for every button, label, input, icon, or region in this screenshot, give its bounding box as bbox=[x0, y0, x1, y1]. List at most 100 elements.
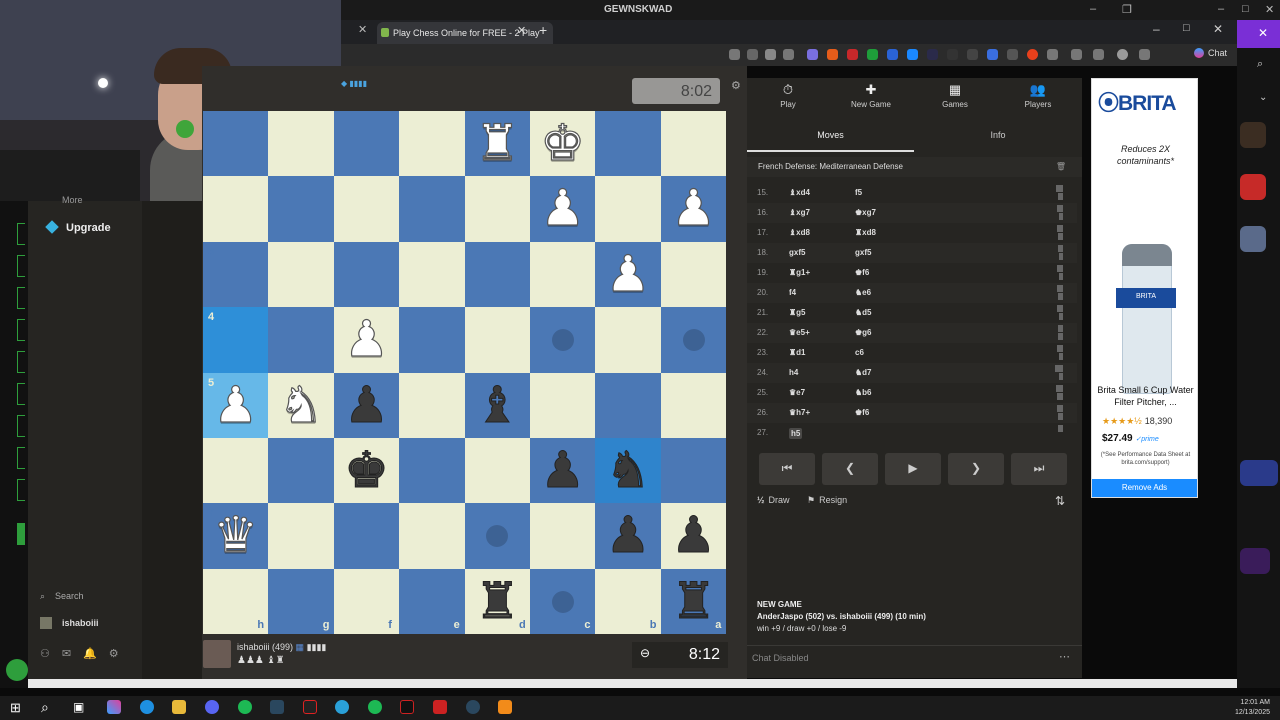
favorite-star-icon[interactable] bbox=[765, 49, 776, 60]
board-square[interactable] bbox=[595, 307, 661, 373]
black-pawn-piece[interactable]: ♟ bbox=[530, 438, 595, 503]
white-move[interactable]: f4 bbox=[789, 288, 796, 297]
black-pawn-piece[interactable]: ♟ bbox=[661, 503, 726, 568]
close-tab-icon[interactable]: ✕ bbox=[517, 24, 526, 37]
board-square[interactable] bbox=[464, 176, 530, 242]
board-square[interactable] bbox=[464, 438, 530, 504]
black-king-piece[interactable]: ♚ bbox=[334, 438, 399, 503]
app-shortcut-icon[interactable] bbox=[1240, 226, 1266, 252]
board-square[interactable] bbox=[464, 241, 530, 308]
board-square[interactable] bbox=[268, 176, 334, 242]
black-knight-piece[interactable]: ♞ bbox=[595, 438, 660, 503]
new-tab-icon[interactable]: + bbox=[539, 22, 547, 38]
trash-icon[interactable]: 🗑 bbox=[1056, 162, 1066, 171]
board-square[interactable] bbox=[464, 307, 530, 373]
white-pawn-piece[interactable]: ♟ bbox=[661, 176, 726, 241]
board-square[interactable] bbox=[333, 503, 400, 569]
vlc-icon[interactable] bbox=[498, 700, 512, 714]
extension-icon[interactable] bbox=[967, 49, 978, 60]
maximize-icon[interactable]: □ bbox=[1183, 22, 1190, 34]
black-move[interactable]: f5 bbox=[855, 188, 862, 197]
white-move[interactable]: ♝xg7 bbox=[789, 208, 810, 217]
minimize-icon-2[interactable]: – bbox=[1218, 3, 1224, 15]
board-square[interactable] bbox=[660, 438, 727, 504]
purple-app-badge[interactable]: ✕ bbox=[1237, 20, 1280, 48]
player-avatar[interactable] bbox=[203, 640, 231, 668]
board-square[interactable] bbox=[268, 438, 334, 504]
favorites-icon[interactable] bbox=[1071, 49, 1082, 60]
restore-icon[interactable]: ❐ bbox=[1122, 3, 1132, 16]
white-pawn-piece[interactable]: ♟ bbox=[334, 307, 399, 372]
system-clock[interactable]: 12:01 AM 12/13/2025 bbox=[1235, 698, 1270, 718]
board-square[interactable] bbox=[399, 176, 465, 242]
ad-product-title[interactable]: Brita Small 6 Cup Water Filter Pitcher, … bbox=[1096, 384, 1195, 408]
close-icon[interactable]: ✕ bbox=[1258, 26, 1268, 40]
search-icon[interactable]: ⌕ bbox=[41, 699, 49, 716]
legal-move-dot[interactable] bbox=[551, 328, 574, 351]
black-move[interactable]: c6 bbox=[855, 348, 864, 357]
app-shortcut-icon[interactable] bbox=[1240, 122, 1266, 148]
white-move[interactable]: ♜d1 bbox=[789, 348, 806, 357]
black-rook-piece[interactable]: ♜ bbox=[661, 569, 726, 634]
nav-games[interactable]: ▦ Games bbox=[915, 82, 995, 109]
black-move[interactable]: ♜xd8 bbox=[855, 228, 876, 237]
nav-new-game[interactable]: ✚ New Game bbox=[831, 82, 911, 109]
board-settings-gear-icon[interactable]: ⚙ bbox=[731, 79, 741, 92]
copilot-icon[interactable] bbox=[107, 700, 121, 714]
white-move[interactable]: ♝xd8 bbox=[789, 228, 810, 237]
black-pawn-piece[interactable]: ♟ bbox=[595, 503, 660, 568]
legal-move-dot[interactable] bbox=[551, 590, 574, 613]
extension-icon[interactable] bbox=[987, 49, 998, 60]
nav-play[interactable]: ⏱ Play bbox=[748, 82, 828, 109]
white-move[interactable]: gxf5 bbox=[789, 248, 805, 257]
white-pawn-piece[interactable]: ♟ bbox=[203, 373, 268, 438]
white-pawn-piece[interactable]: ♟ bbox=[595, 242, 660, 307]
reader-icon[interactable] bbox=[729, 49, 740, 60]
profile-avatar-icon[interactable] bbox=[1117, 49, 1128, 60]
task-view-icon[interactable]: ▣ bbox=[73, 700, 84, 714]
board-square[interactable] bbox=[660, 111, 727, 177]
board-square[interactable] bbox=[595, 111, 661, 177]
white-move[interactable]: ♛h7+ bbox=[789, 408, 810, 417]
next-move-button[interactable]: ❯ bbox=[948, 453, 1004, 485]
capcut-icon[interactable] bbox=[400, 700, 414, 714]
close-window-icon[interactable]: ✕ bbox=[1213, 22, 1223, 36]
extension-icon[interactable] bbox=[807, 49, 818, 60]
flip-board-icon[interactable]: ⇅ bbox=[1055, 494, 1065, 508]
sidebar-profile[interactable]: ishaboiii bbox=[40, 617, 99, 629]
minimize-icon[interactable]: – bbox=[1153, 22, 1160, 36]
black-move[interactable]: ♚f6 bbox=[855, 408, 869, 417]
board-square[interactable] bbox=[530, 372, 596, 438]
nav-players[interactable]: 👥 Players bbox=[998, 82, 1078, 109]
messages-icon[interactable]: ✉ bbox=[62, 648, 83, 660]
upgrade-button[interactable]: Upgrade bbox=[45, 220, 111, 234]
board-square[interactable] bbox=[399, 241, 465, 308]
board-square[interactable] bbox=[530, 503, 596, 569]
extension-icon[interactable] bbox=[907, 49, 918, 60]
spotify-icon-2[interactable] bbox=[368, 700, 382, 714]
play-moves-button[interactable]: ▶ bbox=[885, 453, 941, 485]
more-menu-icon[interactable] bbox=[1139, 49, 1150, 60]
white-move[interactable]: ♜g5 bbox=[789, 308, 806, 317]
board-square[interactable] bbox=[399, 111, 465, 177]
legal-move-dot[interactable] bbox=[682, 328, 705, 351]
board-square[interactable] bbox=[333, 111, 400, 177]
app-shortcut-icon[interactable] bbox=[1240, 174, 1266, 200]
white-move[interactable]: h5 bbox=[789, 428, 803, 439]
extension-icon[interactable] bbox=[847, 49, 858, 60]
read-aloud-icon[interactable] bbox=[747, 49, 758, 60]
white-queen-piece[interactable]: ♛ bbox=[203, 503, 268, 568]
discord-icon[interactable] bbox=[205, 700, 219, 714]
close-icon[interactable]: ✕ bbox=[1265, 3, 1274, 16]
black-move[interactable]: ♚xg7 bbox=[855, 208, 876, 217]
black-move[interactable]: ♞b6 bbox=[855, 388, 872, 397]
close-icon[interactable]: ✕ bbox=[358, 23, 367, 36]
board-square[interactable] bbox=[660, 372, 727, 438]
board-square[interactable] bbox=[595, 176, 661, 242]
board-square[interactable] bbox=[268, 241, 334, 308]
board-square[interactable] bbox=[333, 241, 400, 308]
sidebar-more[interactable]: More bbox=[62, 195, 83, 205]
board-square[interactable] bbox=[333, 176, 400, 242]
previous-move-button[interactable]: ❮ bbox=[822, 453, 878, 485]
black-move[interactable]: ♚f6 bbox=[855, 268, 869, 277]
